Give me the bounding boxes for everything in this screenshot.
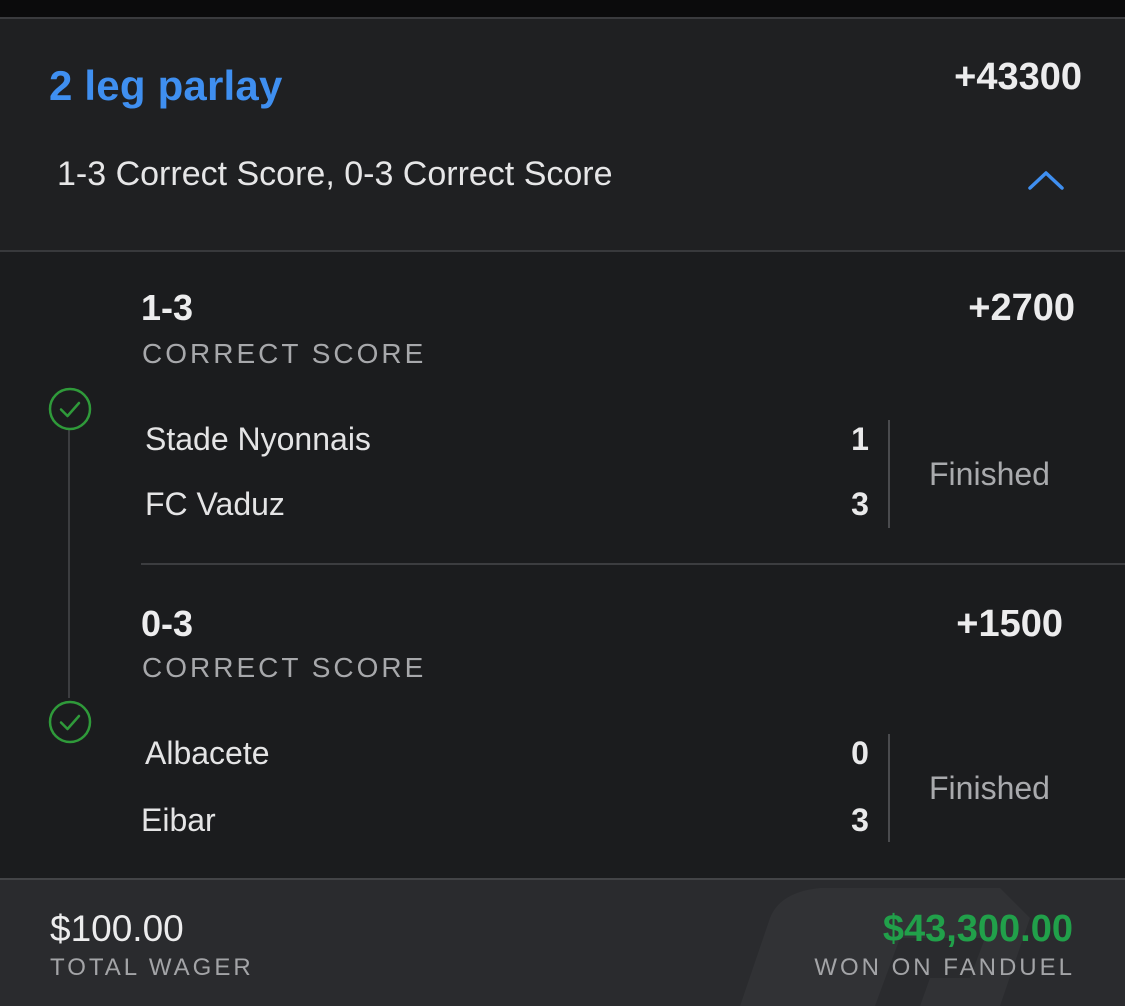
leg-2-selection: 0-3 bbox=[141, 603, 194, 644]
check-circle-icon bbox=[48, 700, 92, 744]
timeline-connector bbox=[68, 430, 70, 698]
leg-divider bbox=[141, 563, 1125, 565]
parlay-odds: +43300 bbox=[954, 56, 1082, 98]
total-wager-amount: $100.00 bbox=[50, 908, 184, 949]
parlay-title: 2 leg parlay bbox=[49, 62, 283, 109]
leg-1-home-score: 1 bbox=[851, 421, 869, 457]
parlay-header[interactable]: 2 leg parlay +43300 1-3 Correct Score, 0… bbox=[0, 19, 1125, 251]
leg-1-odds: +2700 bbox=[968, 287, 1075, 329]
chevron-up-icon[interactable] bbox=[1026, 166, 1066, 194]
leg-1-home-team: Stade Nyonnais bbox=[145, 421, 371, 457]
leg-1-away-score: 3 bbox=[851, 486, 869, 522]
leg-2-odds: +1500 bbox=[956, 603, 1063, 645]
leg-1-away-team: FC Vaduz bbox=[145, 486, 285, 522]
won-label: WON ON FANDUEL bbox=[814, 954, 1075, 981]
leg-1-status: Finished bbox=[929, 456, 1050, 492]
leg-2-home-team: Albacete bbox=[145, 735, 270, 771]
leg-2-away-score: 3 bbox=[851, 802, 869, 838]
leg-1-market: CORRECT SCORE bbox=[142, 338, 427, 369]
total-wager-label: TOTAL WAGER bbox=[50, 954, 254, 981]
leg-2-status: Finished bbox=[929, 770, 1050, 806]
check-circle-icon bbox=[48, 387, 92, 431]
won-amount: $43,300.00 bbox=[882, 908, 1073, 950]
leg-2-home-score: 0 bbox=[851, 735, 869, 771]
leg-2-market: CORRECT SCORE bbox=[142, 652, 427, 683]
parlay-legs-summary: 1-3 Correct Score, 0-3 Correct Score bbox=[57, 155, 613, 193]
top-bar bbox=[0, 0, 1125, 18]
leg-2-away-team: Eibar bbox=[141, 802, 216, 838]
leg-2-status-divider bbox=[888, 734, 890, 842]
leg-1-selection: 1-3 bbox=[141, 287, 194, 328]
bet-summary-footer: $100.00 TOTAL WAGER $43,300.00 WON ON FA… bbox=[0, 878, 1125, 1006]
leg-1-status-divider bbox=[888, 420, 890, 528]
